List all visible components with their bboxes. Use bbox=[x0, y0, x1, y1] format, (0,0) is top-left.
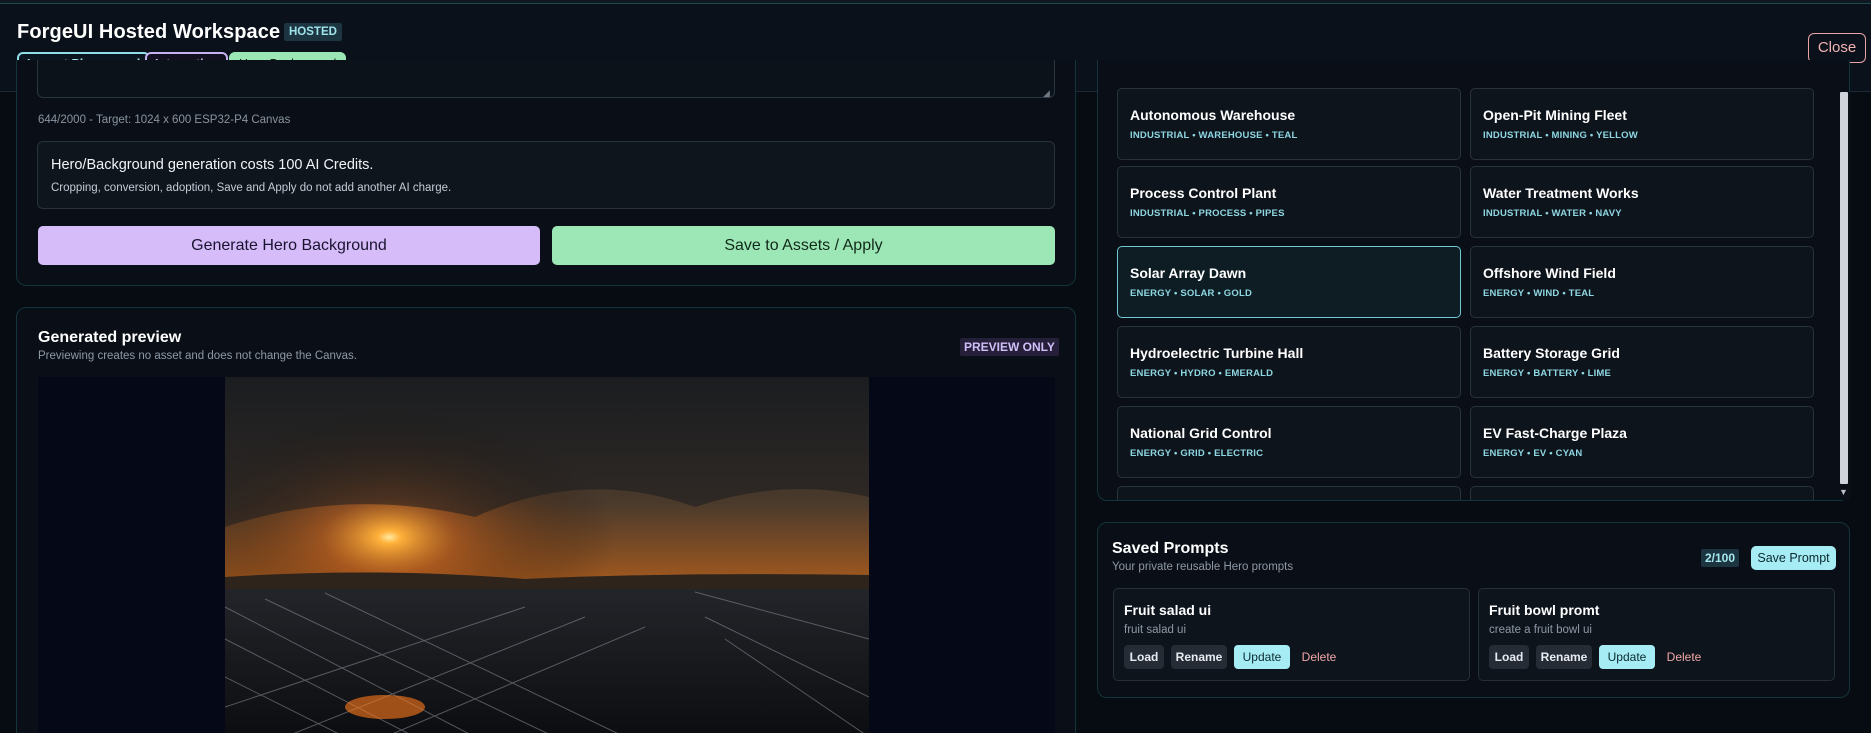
saved-prompts-count: 2/100 bbox=[1701, 549, 1740, 567]
load-button[interactable]: Load bbox=[1124, 645, 1164, 669]
app-title: ForgeUI Hosted Workspace bbox=[17, 21, 281, 43]
preview-title: Generated preview bbox=[38, 329, 182, 346]
saved-prompts-title: Saved Prompts bbox=[1112, 540, 1229, 557]
delete-button[interactable]: Delete bbox=[1297, 645, 1341, 669]
preset-card-partial[interactable] bbox=[1117, 486, 1461, 500]
preset-tags: INDUSTRIAL • WAREHOUSE • TEAL bbox=[1130, 130, 1298, 141]
preset-list-panel: Autonomous Warehouse INDUSTRIAL • WAREHO… bbox=[1097, 60, 1850, 501]
saved-prompt-title: Fruit bowl promt bbox=[1489, 602, 1600, 618]
preview-only-badge: PREVIEW ONLY bbox=[960, 338, 1059, 356]
rename-button[interactable]: Rename bbox=[1171, 645, 1227, 669]
solar-sunset-image bbox=[225, 377, 869, 733]
preset-title: Open-Pit Mining Fleet bbox=[1483, 107, 1627, 123]
saved-prompt-title: Fruit salad ui bbox=[1124, 602, 1212, 618]
preview-subtitle: Previewing creates no asset and does not… bbox=[38, 350, 358, 362]
preset-card-autonomous-warehouse[interactable]: Autonomous Warehouse INDUSTRIAL • WAREHO… bbox=[1117, 88, 1461, 160]
preset-title: National Grid Control bbox=[1130, 425, 1272, 441]
credits-notice bbox=[37, 141, 1055, 209]
preset-tags: ENERGY • HYDRO • EMERALD bbox=[1130, 368, 1274, 379]
credits-notice-detail: Cropping, conversion, adoption, Save and… bbox=[51, 182, 452, 194]
load-button[interactable]: Load bbox=[1489, 645, 1529, 669]
saved-prompt-text: fruit salad ui bbox=[1124, 624, 1187, 636]
preset-title: Hydroelectric Turbine Hall bbox=[1130, 345, 1304, 361]
preset-card-solar-array-dawn[interactable]: Solar Array Dawn ENERGY • SOLAR • GOLD bbox=[1117, 246, 1461, 318]
preset-tags: INDUSTRIAL • WATER • NAVY bbox=[1483, 208, 1622, 219]
preset-title: Water Treatment Works bbox=[1483, 185, 1639, 201]
credits-notice-title: Hero/Background generation costs 100 AI … bbox=[51, 157, 374, 173]
saved-prompt-card: Fruit salad ui fruit salad ui Load Renam… bbox=[1113, 588, 1470, 681]
preset-card-water-treatment[interactable]: Water Treatment Works INDUSTRIAL • WATER… bbox=[1470, 166, 1814, 238]
rename-button[interactable]: Rename bbox=[1536, 645, 1592, 669]
preset-tags: INDUSTRIAL • MINING • YELLOW bbox=[1483, 130, 1638, 141]
preset-card-national-grid[interactable]: National Grid Control ENERGY • GRID • EL… bbox=[1117, 406, 1461, 478]
preset-tags: ENERGY • SOLAR • GOLD bbox=[1130, 288, 1253, 299]
preset-title: Process Control Plant bbox=[1130, 185, 1277, 201]
preset-card-open-pit-mining[interactable]: Open-Pit Mining Fleet INDUSTRIAL • MININ… bbox=[1470, 88, 1814, 160]
preset-title: Solar Array Dawn bbox=[1130, 265, 1247, 281]
preset-title: Offshore Wind Field bbox=[1483, 265, 1616, 281]
preset-card-partial[interactable] bbox=[1470, 486, 1814, 500]
prompt-textarea[interactable] bbox=[37, 60, 1055, 98]
save-prompt-button[interactable]: Save Prompt bbox=[1751, 546, 1836, 570]
generate-hero-button[interactable]: Generate Hero Background bbox=[38, 226, 540, 265]
saved-prompt-card: Fruit bowl promt create a fruit bowl ui … bbox=[1478, 588, 1835, 681]
hosted-badge: HOSTED bbox=[284, 23, 342, 41]
resize-grip-icon[interactable]: ◢ bbox=[1043, 88, 1050, 99]
delete-button[interactable]: Delete bbox=[1662, 645, 1706, 669]
preset-scrollbar[interactable]: ▼ bbox=[1838, 92, 1850, 500]
preset-tags: INDUSTRIAL • PROCESS • PIPES bbox=[1130, 208, 1285, 219]
update-button[interactable]: Update bbox=[1599, 645, 1655, 669]
preset-card-offshore-wind[interactable]: Offshore Wind Field ENERGY • WIND • TEAL bbox=[1470, 246, 1814, 318]
save-apply-button[interactable]: Save to Assets / Apply bbox=[552, 226, 1055, 265]
saved-prompt-text: create a fruit bowl ui bbox=[1489, 624, 1592, 636]
scroll-down-arrow-icon[interactable]: ▼ bbox=[1839, 487, 1848, 497]
preset-card-battery-storage[interactable]: Battery Storage Grid ENERGY • BATTERY • … bbox=[1470, 326, 1814, 398]
preset-card-process-control[interactable]: Process Control Plant INDUSTRIAL • PROCE… bbox=[1117, 166, 1461, 238]
saved-prompts-subtitle: Your private reusable Hero prompts bbox=[1112, 561, 1294, 573]
preset-card-hydroelectric[interactable]: Hydroelectric Turbine Hall ENERGY • HYDR… bbox=[1117, 326, 1461, 398]
preset-tags: ENERGY • EV • CYAN bbox=[1483, 448, 1583, 459]
preset-title: Autonomous Warehouse bbox=[1130, 107, 1296, 123]
top-tab-strip bbox=[0, 0, 1871, 4]
preset-tags: ENERGY • WIND • TEAL bbox=[1483, 288, 1595, 299]
preset-card-ev-fast-charge[interactable]: EV Fast-Charge Plaza ENERGY • EV • CYAN bbox=[1470, 406, 1814, 478]
preset-tags: ENERGY • BATTERY • LIME bbox=[1483, 368, 1612, 379]
scrollbar-thumb[interactable] bbox=[1840, 92, 1848, 484]
preset-title: EV Fast-Charge Plaza bbox=[1483, 425, 1627, 441]
update-button[interactable]: Update bbox=[1234, 645, 1290, 669]
char-count: 644/2000 - Target: 1024 x 600 ESP32-P4 C… bbox=[38, 114, 291, 126]
close-button[interactable]: Close bbox=[1808, 33, 1866, 63]
preview-canvas bbox=[38, 377, 1055, 733]
preset-title: Battery Storage Grid bbox=[1483, 345, 1620, 361]
preset-tags: ENERGY • GRID • ELECTRIC bbox=[1130, 448, 1264, 459]
